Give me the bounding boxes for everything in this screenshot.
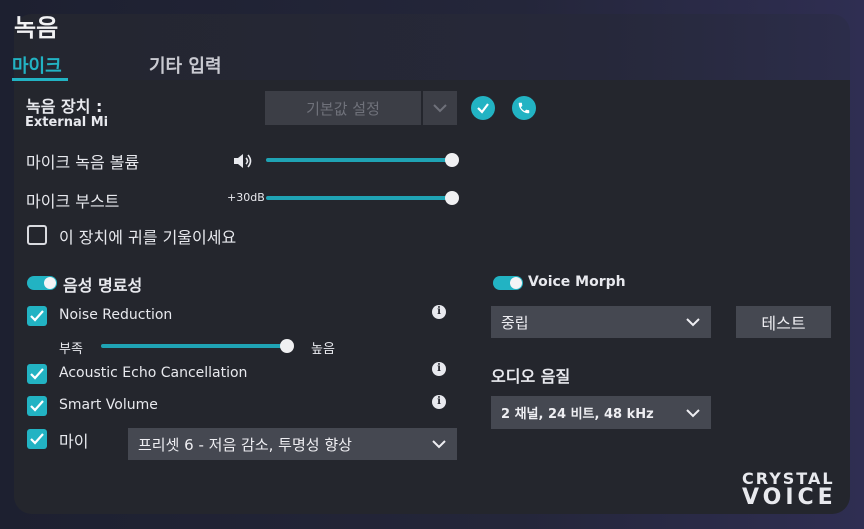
chevron-down-icon xyxy=(686,408,700,417)
voice-morph-dropdown[interactable]: 중립 xyxy=(491,306,711,338)
voice-morph-label: Voice Morph xyxy=(528,274,626,290)
echo-cancellation-info-icon[interactable]: i xyxy=(432,362,446,376)
voice-clarity-toggle[interactable] xyxy=(27,276,57,290)
phone-icon xyxy=(518,102,530,114)
smart-volume-info-icon[interactable]: i xyxy=(432,395,446,409)
mic-boost-slider-knob[interactable] xyxy=(445,191,459,205)
toggle-knob xyxy=(510,277,522,289)
crystal-voice-logo: CRYSTAL VOICE xyxy=(742,470,837,509)
active-tab-indicator xyxy=(12,78,68,81)
mic-volume-slider[interactable] xyxy=(266,158,452,162)
page-title: 녹음 xyxy=(14,14,59,42)
mic-boost-slider[interactable] xyxy=(266,196,452,200)
smart-volume-label: Smart Volume xyxy=(59,397,158,413)
noise-reduction-low-label: 부족 xyxy=(59,342,83,357)
noise-reduction-slider-knob[interactable] xyxy=(280,339,294,353)
noise-reduction-info-icon[interactable]: i xyxy=(432,305,446,319)
audio-quality-label: 오디오 음질 xyxy=(491,367,571,386)
chevron-down-icon xyxy=(433,104,447,113)
tab-microphone[interactable]: 마이크 xyxy=(12,52,62,78)
logo-line-2: VOICE xyxy=(742,485,837,510)
echo-cancellation-label: Acoustic Echo Cancellation xyxy=(59,365,248,381)
checkmark-icon xyxy=(30,433,44,445)
voice-morph-test-button[interactable]: 테스트 xyxy=(736,306,831,338)
set-default-button[interactable]: 기본값 설정 xyxy=(265,91,421,125)
listen-device-label: 이 장치에 귀를 기울이세요 xyxy=(59,228,237,247)
checkmark-icon xyxy=(30,400,44,412)
default-communication-button[interactable] xyxy=(512,96,536,120)
mic-preset-dropdown[interactable]: 프리셋 6 - 저음 감소, 투명성 향상 xyxy=(128,428,457,460)
speaker-icon xyxy=(234,154,252,168)
smart-volume-checkbox[interactable] xyxy=(27,396,47,416)
chevron-down-icon xyxy=(686,318,700,327)
mic-preset-value: 프리셋 6 - 저음 감소, 투명성 향상 xyxy=(138,435,352,454)
recording-device-label: 녹음 장치 : xyxy=(26,97,103,116)
noise-reduction-checkbox[interactable] xyxy=(27,306,47,326)
voice-morph-value: 중립 xyxy=(501,313,529,332)
mic-boost-value: +30dB xyxy=(227,191,265,204)
chevron-down-icon xyxy=(432,440,446,449)
mic-volume-label: 마이크 녹음 볼륨 xyxy=(26,153,140,172)
tab-other-inputs[interactable]: 기타 입력 xyxy=(149,52,222,78)
noise-reduction-label: Noise Reduction xyxy=(59,307,173,323)
toggle-knob xyxy=(44,277,56,289)
default-device-check-button[interactable] xyxy=(471,96,495,120)
voice-clarity-label: 음성 명료성 xyxy=(63,276,143,295)
checkmark-icon xyxy=(30,310,44,322)
mic-eq-checkbox[interactable] xyxy=(27,429,47,449)
recording-device-name: External Mi xyxy=(25,115,109,130)
mic-boost-label: 마이크 부스트 xyxy=(26,192,120,211)
noise-reduction-high-label: 높음 xyxy=(311,342,335,357)
checkmark-icon xyxy=(30,368,44,380)
mic-volume-slider-knob[interactable] xyxy=(445,153,459,167)
mic-eq-label: 마이 xyxy=(59,432,89,451)
echo-cancellation-checkbox[interactable] xyxy=(27,364,47,384)
noise-reduction-slider[interactable] xyxy=(101,344,287,348)
checkmark-icon xyxy=(477,103,489,114)
listen-device-checkbox[interactable] xyxy=(27,225,47,245)
device-dropdown-arrow[interactable] xyxy=(423,91,457,125)
audio-quality-value: 2 채널, 24 비트, 48 kHz xyxy=(501,407,654,422)
audio-quality-dropdown[interactable]: 2 채널, 24 비트, 48 kHz xyxy=(491,396,711,429)
voice-morph-toggle[interactable] xyxy=(493,276,523,290)
